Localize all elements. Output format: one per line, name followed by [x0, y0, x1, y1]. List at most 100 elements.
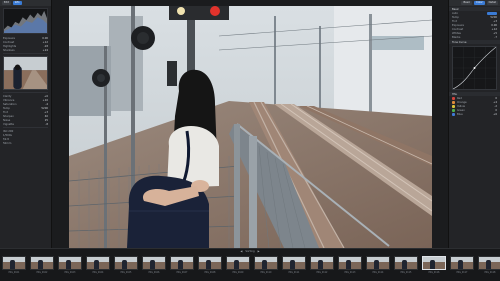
adjust-value[interactable]: +10 [38, 99, 48, 102]
adjust-row[interactable]: Whites +5 [449, 31, 500, 35]
filmstrip-item[interactable]: IMG_0108 [197, 256, 223, 276]
filmstrip-item[interactable]: IMG_0113 [337, 256, 363, 276]
adjust-row[interactable]: Exposure 0.00 [0, 36, 51, 40]
adjust-value[interactable]: 40 [38, 115, 48, 118]
filmstrip-thumbnail[interactable] [226, 256, 250, 270]
filmstrip-thumbnail[interactable] [58, 256, 82, 270]
adjust-row[interactable]: Tint +3 [0, 110, 51, 114]
filmstrip-thumbnail[interactable] [254, 256, 278, 270]
filmstrip-item[interactable]: IMG_0102 [29, 256, 55, 276]
auto-button[interactable] [487, 11, 497, 15]
hsl-row[interactable]: Red 0 [449, 96, 500, 100]
filmstrip-item[interactable]: IMG_0117 [449, 256, 475, 276]
adjust-value[interactable]: 0.00 [38, 37, 48, 40]
adjust-row[interactable]: Clarity +6 [0, 94, 51, 98]
hsl-value[interactable]: +4 [487, 101, 497, 104]
filmstrip-thumbnail[interactable] [30, 256, 54, 270]
hsl-value[interactable]: 0 [487, 97, 497, 100]
hsl-row[interactable]: Green 0 [449, 108, 500, 112]
filmstrip-thumbnail[interactable] [142, 256, 166, 270]
main-photo-canvas[interactable] [69, 6, 432, 248]
hsl-row[interactable]: Orange +4 [449, 100, 500, 104]
filmstrip-thumbnail[interactable] [198, 256, 222, 270]
adjust-row[interactable]: Exposure 0.00 [449, 23, 500, 27]
adjust-row[interactable]: Temp 5200 [449, 15, 500, 19]
hsl-value[interactable]: 0 [487, 109, 497, 112]
adjust-value[interactable]: 5200 [487, 16, 497, 19]
filmstrip-item[interactable]: IMG_0118 [477, 256, 500, 276]
filmstrip: IMG_0101 IMG_0102 IMG_0103 IMG_0104 IMG_0105… [0, 256, 500, 276]
adjust-value[interactable]: -4 [38, 103, 48, 106]
filmstrip-item[interactable]: IMG_0110 [253, 256, 279, 276]
adjust-row[interactable]: Blacks -7 [449, 35, 500, 39]
filmstrip-thumbnail[interactable] [114, 256, 138, 270]
filmstrip-item[interactable]: IMG_0115 [393, 256, 419, 276]
adjust-value[interactable]: +12 [487, 28, 497, 31]
adjust-row[interactable]: Sharpen 40 [0, 114, 51, 118]
filmstrip-item[interactable]: IMG_0103 [57, 256, 83, 276]
adjust-value[interactable]: -7 [487, 36, 497, 39]
tab-edit[interactable]: Edit [2, 1, 11, 5]
adjust-value[interactable]: +24 [38, 49, 48, 52]
filmstrip-item[interactable]: IMG_0107 [169, 256, 195, 276]
tab-info[interactable]: Info [12, 1, 22, 5]
filmstrip-thumbnail[interactable] [86, 256, 110, 270]
adjust-row[interactable]: Contrast +12 [0, 40, 51, 44]
adjust-value[interactable]: -8 [38, 123, 48, 126]
adjust-row[interactable]: Tint +3 [449, 19, 500, 23]
hsl-value[interactable]: +6 [487, 113, 497, 116]
filmstrip-item[interactable]: IMG_0105 [113, 256, 139, 276]
tab-detail[interactable]: Detail [486, 1, 498, 5]
tone-curve-editor[interactable] [452, 46, 497, 90]
filmstrip-thumbnail[interactable] [366, 256, 390, 270]
adjust-value[interactable]: +12 [38, 41, 48, 44]
filmstrip-thumbnail[interactable] [170, 256, 194, 270]
color-swatch [452, 108, 455, 112]
adjust-row[interactable]: Contrast +12 [449, 27, 500, 31]
filmstrip-item[interactable]: IMG_0112 [309, 256, 335, 276]
filmstrip-thumbnail[interactable] [478, 256, 500, 270]
next-arrow-icon[interactable]: ▶ [258, 250, 260, 253]
adjust-row[interactable]: Highlights -18 [0, 44, 51, 48]
filmstrip-thumbnail[interactable] [394, 256, 418, 270]
adjust-value[interactable]: +6 [38, 95, 48, 98]
navigator-thumbnail[interactable] [3, 56, 48, 90]
adjust-row[interactable]: Auto [449, 11, 500, 15]
filmstrip-item[interactable]: IMG_0111 [281, 256, 307, 276]
filmstrip-thumbnail[interactable] [310, 256, 334, 270]
filmstrip-item[interactable]: IMG_0106 [141, 256, 167, 276]
curve-point-handle[interactable] [473, 67, 476, 69]
tab-basic[interactable]: Basic [461, 1, 473, 5]
tab-color[interactable]: Color [474, 1, 485, 5]
adjust-value[interactable]: 0.00 [487, 24, 497, 27]
adjust-value[interactable]: +5 [487, 32, 497, 35]
filmstrip-thumbnail[interactable] [450, 256, 474, 270]
adjust-value[interactable]: -18 [38, 45, 48, 48]
filmstrip-item[interactable]: IMG_0114 [365, 256, 391, 276]
hsl-row[interactable]: Blue +6 [449, 112, 500, 116]
adjust-value[interactable]: 25 [38, 119, 48, 122]
thumbnail-fig [429, 260, 436, 269]
adjust-row[interactable]: Shadows +24 [0, 48, 51, 52]
sort-label[interactable]: Sorting [245, 250, 254, 253]
adjust-row[interactable]: Noise 25 [0, 118, 51, 122]
adjust-row[interactable]: Vignette -8 [0, 122, 51, 126]
adjust-value[interactable]: +3 [38, 111, 48, 114]
filmstrip-thumbnail[interactable] [422, 256, 446, 270]
adjust-value[interactable]: 5200 [38, 107, 48, 110]
hsl-row[interactable]: Yellow -2 [449, 104, 500, 108]
filmstrip-item[interactable]: IMG_0109 [225, 256, 251, 276]
adjust-row[interactable]: Saturation -4 [0, 102, 51, 106]
section-curve-title[interactable]: Tone Curve [449, 40, 500, 44]
filmstrip-thumbnail[interactable] [282, 256, 306, 270]
filmstrip-thumbnail[interactable] [338, 256, 362, 270]
filmstrip-item[interactable]: IMG_0104 [85, 256, 111, 276]
adjust-row[interactable]: Temp 5200 [0, 106, 51, 110]
filmstrip-thumbnail[interactable] [2, 256, 26, 270]
filmstrip-item[interactable]: IMG_0101 [1, 256, 27, 276]
filmstrip-item[interactable]: IMG_0116 [421, 256, 447, 276]
prev-arrow-icon[interactable]: ◀ [240, 250, 242, 253]
hsl-value[interactable]: -2 [487, 105, 497, 108]
adjust-value[interactable]: +3 [487, 20, 497, 23]
adjust-row[interactable]: Vibrance +10 [0, 98, 51, 102]
